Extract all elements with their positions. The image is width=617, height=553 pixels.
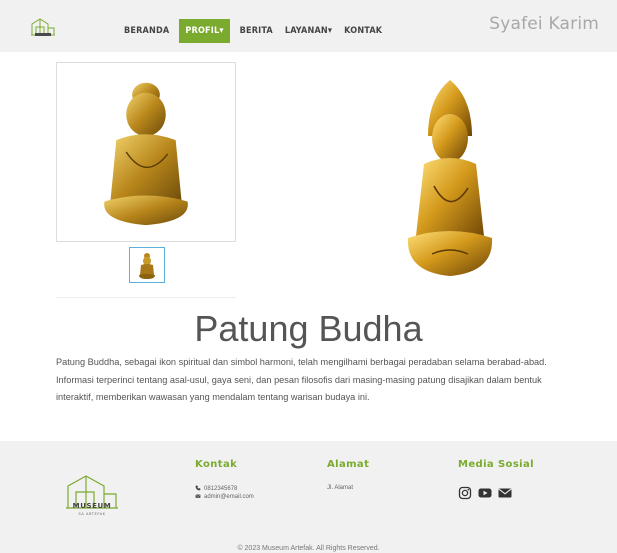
footer-kontak-heading: Kontak (195, 459, 238, 470)
page-title: Patung Budha (194, 308, 423, 349)
gallery-main-image[interactable] (56, 62, 236, 242)
footer-email[interactable]: admin@email.com (195, 493, 254, 501)
page-description: Patung Buddha, sebagai ikon spiritual da… (56, 357, 547, 402)
envelope-icon (195, 493, 201, 501)
footer-phone[interactable]: 0812345678 (195, 485, 237, 493)
footer-address: Jl. Alamat (327, 485, 354, 491)
social-icons (458, 486, 512, 500)
nav-kontak[interactable]: KONTAK (338, 19, 388, 43)
museum-footer-logo[interactable]: MUSEUM SA ARTEFAK (64, 462, 120, 522)
instagram-icon[interactable] (458, 486, 472, 500)
copyright-text: © 2023 Museum Artefak. All Rights Reserv… (237, 545, 380, 552)
gallery-thumbnail[interactable] (129, 247, 165, 283)
nav-berita[interactable]: BERITA (234, 19, 279, 43)
footer-alamat-heading: Alamat (327, 459, 370, 470)
footer-social-heading: Media Sosial (458, 459, 534, 470)
main-nav: BERANDA PROFIL▾ BERITA LAYANAN▾ KONTAK (118, 19, 388, 43)
nav-beranda[interactable]: BERANDA (118, 19, 175, 43)
divider (56, 297, 236, 298)
envelope-icon[interactable] (498, 486, 512, 500)
site-name[interactable]: Syafei Karim (489, 14, 599, 34)
footer-logo-text: MUSEUM (72, 502, 112, 510)
nav-berita-label: BERITA (239, 26, 273, 36)
nav-profil[interactable]: PROFIL▾ (179, 19, 230, 43)
buddha-statue-image (104, 82, 188, 226)
buddha-thumbnail-image (139, 253, 155, 279)
email-text: admin@email.com (204, 494, 254, 500)
chevron-down-icon: ▾ (327, 26, 333, 36)
chevron-down-icon: ▾ (219, 26, 224, 36)
nav-kontak-label: KONTAK (344, 26, 383, 36)
nav-beranda-label: BERANDA (124, 26, 170, 36)
buddha-statue-large-image (407, 80, 493, 276)
nav-layanan[interactable]: LAYANAN▾ (279, 19, 338, 43)
site-header: BERANDA PROFIL▾ BERITA LAYANAN▾ KONTAK S… (0, 0, 617, 52)
nav-layanan-label: LAYANAN (284, 26, 328, 36)
phone-icon (195, 485, 201, 493)
site-footer: MUSEUM SA ARTEFAK Kontak 0812345678 admi… (0, 441, 617, 553)
footer-logo-subtext: SA ARTEFAK (78, 512, 106, 516)
museum-logo-icon[interactable] (30, 15, 56, 37)
nav-profil-label: PROFIL (185, 26, 220, 36)
phone-text: 0812345678 (204, 486, 238, 492)
youtube-icon[interactable] (478, 486, 492, 500)
